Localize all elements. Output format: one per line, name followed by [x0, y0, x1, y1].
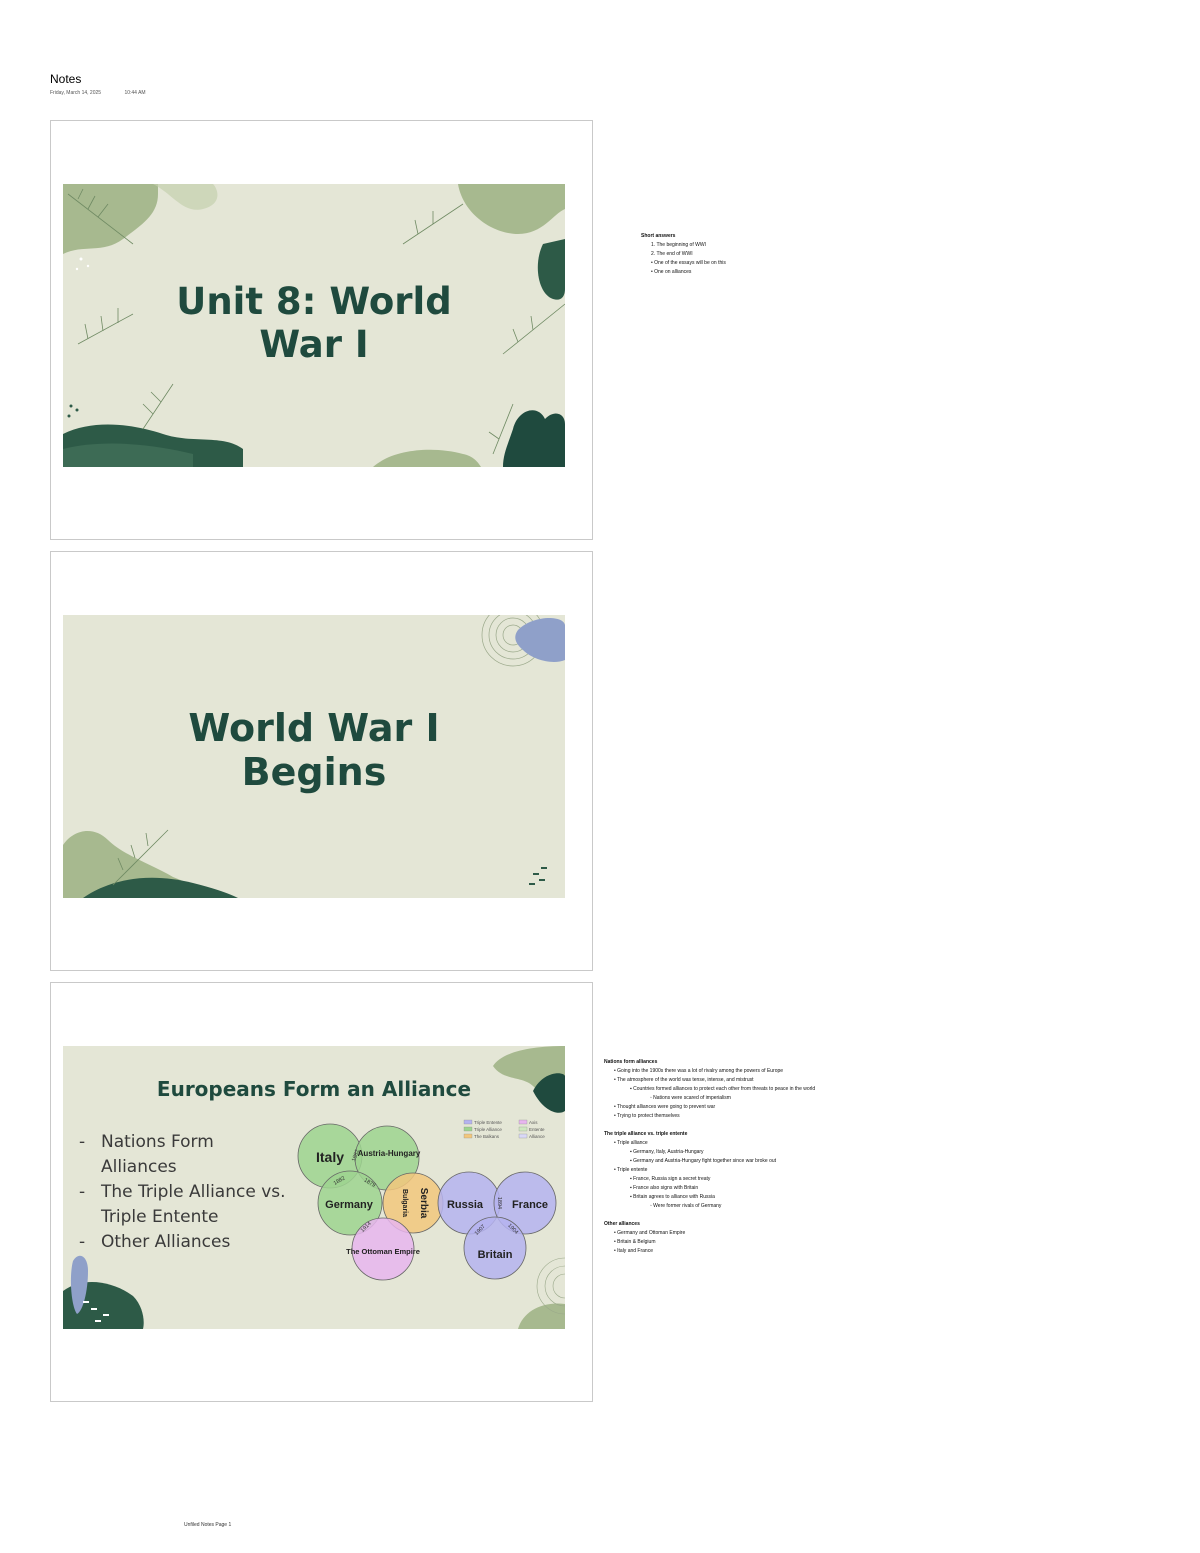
venn-label-britain: Britain — [478, 1249, 513, 1261]
slide-2-title: World War I Begins — [63, 706, 565, 794]
venn-label-russia: Russia — [447, 1199, 484, 1211]
note-line: Other alliances — [604, 1221, 640, 1227]
venn-year: 1894 — [496, 1197, 502, 1209]
slide-1-title: Unit 8: World War I — [63, 280, 565, 366]
venn-label-bulgaria: Bulgaria — [401, 1189, 408, 1217]
note-line: • One on alliances — [651, 269, 692, 275]
note-line: • Triple alliance — [614, 1140, 648, 1146]
britain-circle — [463, 1216, 527, 1280]
venn-label-serbia: Serbia — [418, 1188, 429, 1219]
bullet-item: - The Triple Alliance vs. Triple Entente — [79, 1180, 286, 1230]
note-line: ▪ Germany, Italy, Austria-Hungary — [630, 1149, 704, 1155]
slide-3: Europeans Form an Alliance - Nations For… — [63, 1046, 565, 1329]
note-line: ◦ Nations were scared of imperialism — [650, 1095, 731, 1101]
bullet-line: Other Alliances — [101, 1232, 231, 1252]
note-line: 1. The beginning of WWI — [651, 242, 706, 248]
bullet-item: - Other Alliances — [79, 1230, 286, 1255]
note-line: • One of the essays will be on this — [651, 260, 726, 266]
slide-1-notes: Short answers 1. The beginning of WWI 2.… — [641, 232, 726, 277]
slide-2-printout[interactable]: World War I Begins — [50, 551, 593, 971]
slide-3-bullets: - Nations Form Alliances - The Triple All… — [79, 1130, 286, 1255]
slide-2-title-line-2: Begins — [241, 749, 387, 794]
note-line: ▪ France, Russia sign a secret treaty — [630, 1176, 711, 1182]
bullet-line: The Triple Alliance vs. — [101, 1182, 286, 1202]
note-line: Nations form alliances — [604, 1059, 658, 1065]
time-text: 10:44 AM — [124, 90, 146, 96]
bullet-item: - Nations Form Alliances — [79, 1130, 286, 1180]
slide-3-printout[interactable]: Europeans Form an Alliance - Nations For… — [50, 982, 593, 1402]
page-date: Friday, March 14, 2025 10:44 AM — [50, 90, 168, 96]
note-line: ◦ Were former rivals of Germany — [650, 1203, 722, 1209]
bullet-line: Triple Entente — [101, 1207, 219, 1227]
note-line: • Going into the 1900s there was a lot o… — [614, 1068, 784, 1074]
date-text: Friday, March 14, 2025 — [50, 90, 102, 96]
note-gap — [604, 1211, 815, 1220]
note-line: • Germany and Ottoman Empire — [614, 1230, 686, 1236]
venn-label-ottoman: The Ottoman Empire — [346, 1247, 420, 1256]
note-line: ▪ France also signs with Britain — [630, 1185, 699, 1191]
note-line: The triple alliance vs. triple entente — [604, 1131, 688, 1137]
note-line: Short answers — [641, 233, 676, 239]
note-line: 2. The end of WWI — [651, 251, 693, 257]
page-footer: Unfiled Notes Page 1 — [184, 1522, 232, 1528]
slide-1-title-line-1: Unit 8: World — [176, 280, 452, 323]
slide-1-title-line-2: War I — [259, 322, 369, 366]
note-line: ▪ Britain agrees to alliance with Russia — [630, 1194, 715, 1200]
alliance-venn-diagram: Italy Austria-Hungary Germany The Ottoma… — [297, 1123, 557, 1281]
bullet-line: Alliances — [101, 1157, 177, 1177]
note-line: • Trying to protect themselves — [614, 1113, 680, 1119]
note-gap — [604, 1121, 815, 1130]
slide-3-notes: Nations form alliances • Going into the … — [604, 1058, 815, 1256]
slide-1: Unit 8: World War I — [63, 184, 565, 467]
slide-1-printout[interactable]: Unit 8: World War I — [50, 120, 593, 540]
slide-2-title-line-1: World War I — [188, 706, 440, 750]
note-line: • Italy and France — [614, 1248, 653, 1254]
note-line: • Britain & Belgium — [614, 1239, 656, 1245]
venn-label-germany: Germany — [325, 1199, 374, 1211]
venn-label-austria: Austria-Hungary — [358, 1149, 421, 1158]
note-line: • The atmosphere of the world was tense,… — [614, 1077, 754, 1083]
slide-2: World War I Begins — [63, 615, 565, 898]
slide-3-title: Europeans Form an Alliance — [156, 1077, 472, 1101]
note-line: • Triple entente — [614, 1167, 648, 1173]
page-title: Notes — [50, 72, 82, 86]
note-line: ▪ Countries formed alliances to protect … — [630, 1086, 816, 1092]
bullet-line: Nations Form — [101, 1132, 214, 1152]
venn-label-italy: Italy — [316, 1149, 344, 1165]
venn-label-france: France — [512, 1199, 548, 1211]
note-line: • Thought alliances were going to preven… — [614, 1104, 716, 1110]
note-line: ▪ Germany and Austria-Hungary fight toge… — [630, 1158, 777, 1164]
